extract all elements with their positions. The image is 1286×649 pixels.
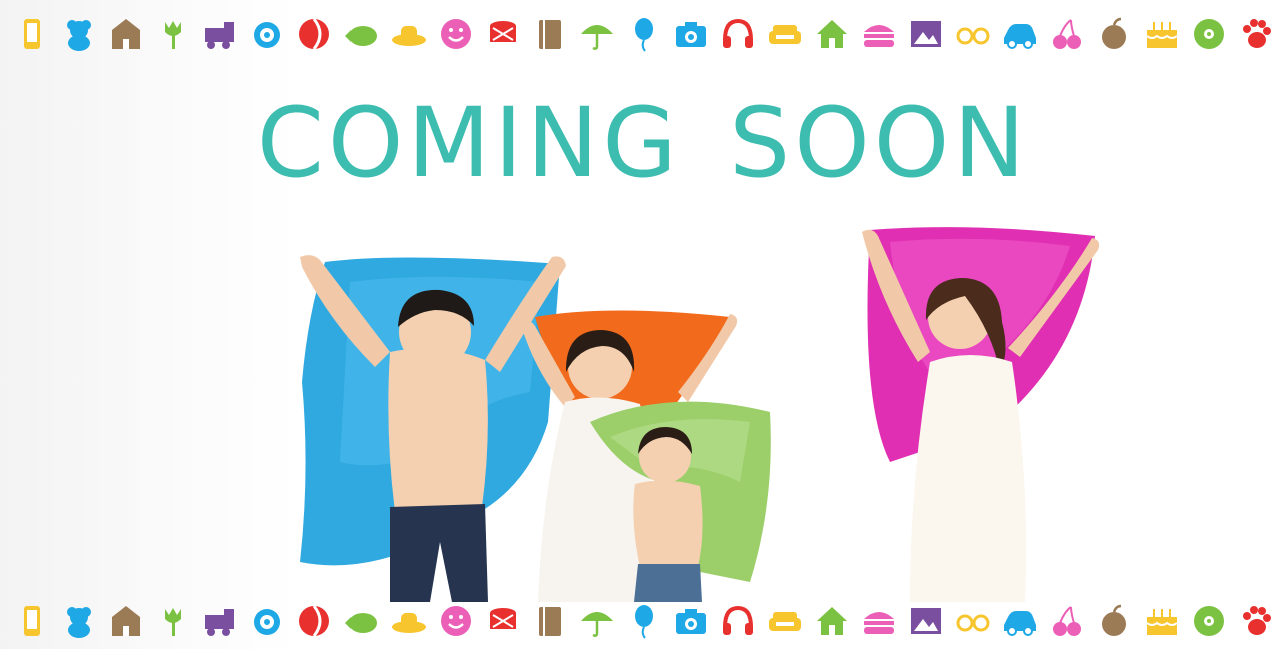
coming-soon-title: COMING SOON (256, 87, 1030, 199)
baby-bib-icon (254, 609, 281, 635)
toy-train-icon (205, 22, 235, 49)
teddy-bear-icon (67, 20, 92, 51)
cherries-icon (1053, 606, 1082, 636)
burger-icon (864, 25, 895, 47)
school-building-icon (112, 19, 141, 49)
balloon-icon (634, 605, 653, 639)
children-playing-photo (300, 227, 1100, 602)
sofa-icon (769, 25, 801, 44)
school-building-icon (112, 606, 141, 636)
car-icon (1004, 611, 1037, 636)
birthday-cake-icon (1145, 22, 1178, 48)
drum-icon (489, 608, 516, 629)
smiley-face-icon (440, 606, 471, 636)
beach-ball-icon (299, 605, 330, 637)
glasses-icon (956, 614, 990, 632)
pineapple-icon (345, 26, 378, 46)
paw-print-icon (1242, 606, 1271, 635)
burger-icon (864, 612, 895, 634)
sofa-icon (769, 612, 801, 631)
umbrella-icon (580, 25, 613, 50)
phone-icon (24, 606, 40, 636)
toy-train-icon (205, 609, 235, 636)
house-icon (817, 20, 848, 48)
top-icon-strip (14, 14, 1274, 54)
camera-icon (675, 22, 706, 47)
tulip-icon (165, 608, 182, 636)
umbrella-icon (580, 612, 613, 637)
picture-frame-icon (911, 608, 942, 634)
car-icon (1004, 24, 1037, 49)
birthday-cake-icon (1145, 609, 1178, 635)
book-icon (538, 20, 561, 49)
music-disc-icon (1193, 606, 1224, 636)
apple-icon (1102, 17, 1127, 49)
cowboy-hat-icon (391, 613, 426, 633)
music-disc-icon (1193, 19, 1224, 49)
picture-frame-icon (911, 21, 942, 47)
beach-ball-icon (299, 18, 330, 50)
teddy-bear-icon (67, 607, 92, 638)
boy-blue-cloth (300, 255, 566, 602)
house-icon (817, 607, 848, 635)
pineapple-icon (345, 613, 378, 633)
apple-icon (1102, 604, 1127, 636)
cowboy-hat-icon (391, 26, 426, 46)
headphones-icon (722, 18, 753, 48)
balloon-icon (634, 18, 653, 52)
headphones-icon (722, 605, 753, 635)
tulip-icon (165, 21, 182, 49)
camera-icon (675, 609, 706, 634)
book-icon (538, 607, 561, 636)
paw-print-icon (1242, 19, 1271, 48)
smiley-face-icon (440, 19, 471, 49)
bottom-icon-strip (14, 601, 1274, 641)
phone-icon (24, 19, 40, 49)
girl-pink-cloth (862, 227, 1100, 602)
drum-icon (489, 21, 516, 42)
glasses-icon (956, 27, 990, 45)
cherries-icon (1053, 19, 1082, 49)
baby-bib-icon (254, 22, 281, 48)
